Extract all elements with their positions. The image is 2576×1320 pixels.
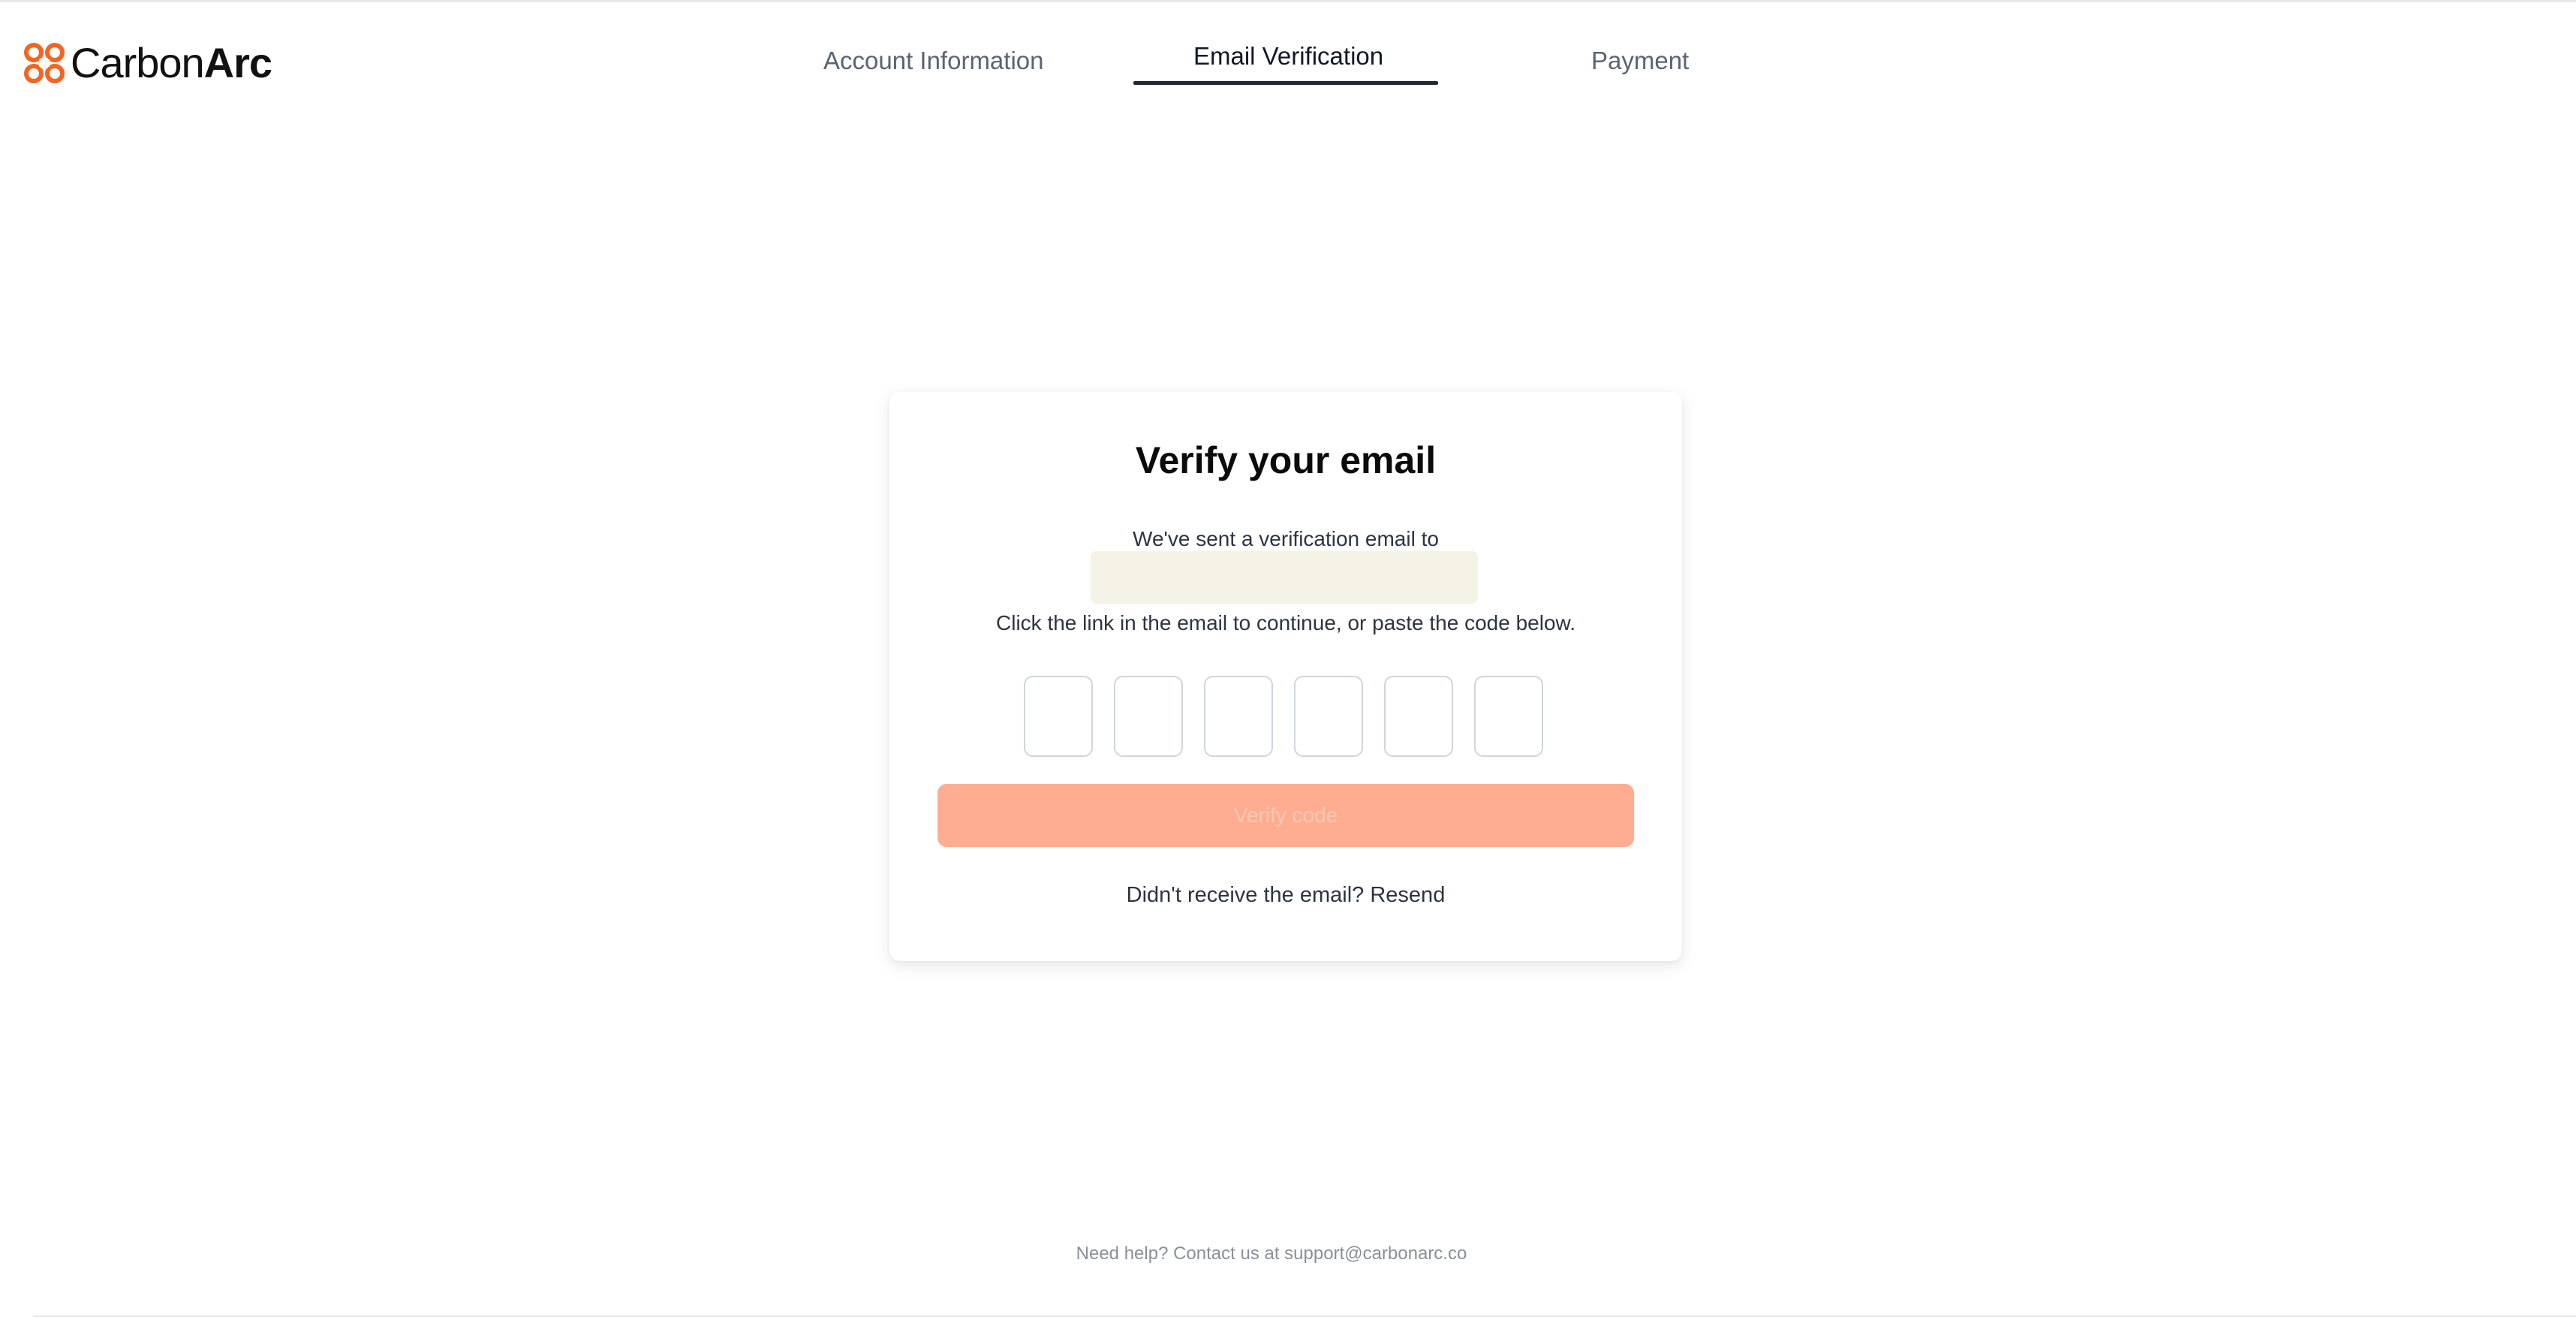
sent-email-text: We've sent a verification email to: [1133, 527, 1439, 550]
code-digit-6[interactable]: [1474, 676, 1543, 757]
step-email-verification[interactable]: Email Verification: [1193, 42, 1383, 71]
code-digit-2[interactable]: [1114, 676, 1183, 757]
code-digit-1[interactable]: [1024, 676, 1093, 757]
resend-row: Didn't receive the email? Resend: [889, 883, 1682, 908]
verify-code-button[interactable]: Verify code: [937, 784, 1634, 847]
recipient-email: [1091, 551, 1478, 604]
bottom-divider: [33, 1315, 2576, 1317]
card-title: Verify your email: [1135, 439, 1437, 481]
step-payment[interactable]: Payment: [1591, 47, 1689, 75]
step-account-information[interactable]: Account Information: [823, 47, 1044, 75]
resend-prompt: Didn't receive the email?: [1126, 883, 1365, 907]
signup-steps-nav: Account Information Email Verification P…: [0, 0, 2576, 90]
instruction-text: Click the link in the email to continue,…: [996, 611, 1575, 634]
code-input-group: [1024, 676, 1549, 760]
code-digit-4[interactable]: [1294, 676, 1363, 757]
code-digit-3[interactable]: [1204, 676, 1273, 757]
active-step-indicator: [1133, 81, 1438, 85]
footer-help-text[interactable]: Need help? Contact us at support@carbona…: [0, 1243, 2543, 1264]
resend-link[interactable]: Resend: [1370, 883, 1445, 907]
verify-email-card: Verify your email We've sent a verificat…: [889, 392, 1682, 961]
code-digit-5[interactable]: [1384, 676, 1453, 757]
page: CarbonArc Account Information Email Veri…: [0, 0, 2576, 1320]
